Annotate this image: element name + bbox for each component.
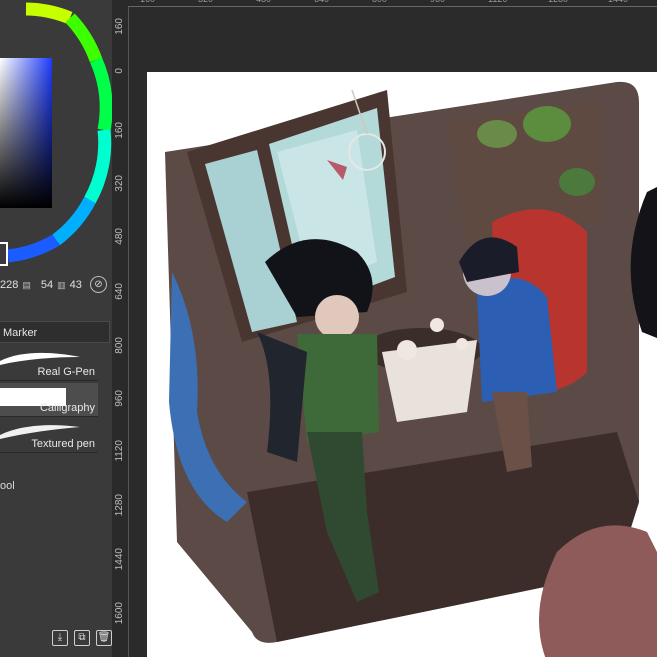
plate <box>397 340 417 360</box>
ruler-label: 160 <box>114 18 125 35</box>
ruler-label: 1600 <box>114 602 125 625</box>
left-panel: 228 ▤ 54 ▥ 43 ⊘ Marker Real G-Pen Callig… <box>0 0 113 657</box>
value-icon: ▥ <box>57 279 66 290</box>
ruler-label: 960 <box>430 0 445 4</box>
plant <box>523 106 571 142</box>
value-1[interactable]: 228 <box>0 279 18 291</box>
saturation-icon: ▤ <box>22 279 31 290</box>
ruler-label: 800 <box>372 0 387 4</box>
duplicate-icon[interactable]: ⧉ <box>74 630 90 646</box>
ruler-label: 960 <box>114 390 125 407</box>
brush-calligraphy[interactable]: Calligraphy <box>0 383 98 417</box>
teacup <box>430 318 444 332</box>
color-wheel-panel[interactable] <box>0 0 112 300</box>
ruler-label: 480 <box>114 228 125 245</box>
ruler-label: 1120 <box>488 0 507 4</box>
ruler-label: 320 <box>198 0 213 4</box>
ruler-label: 1120 <box>114 440 125 462</box>
tab-marker[interactable]: Marker <box>0 321 110 343</box>
ruler-label: 800 <box>114 337 125 354</box>
plant <box>559 168 595 196</box>
character-left-head <box>315 295 359 339</box>
brush-name: Real G-Pen <box>37 366 95 378</box>
horizontal-ruler: 160 320 480 640 800 960 1120 1280 1440 <box>128 0 657 7</box>
brush-name: Textured pen <box>31 438 95 450</box>
download-icon[interactable]: ⤓ <box>52 630 68 646</box>
plant <box>477 120 517 148</box>
tablecloth <box>382 340 477 422</box>
ruler-label: 1280 <box>114 494 125 517</box>
ruler-label: 320 <box>114 175 125 192</box>
pen-stroke-icon <box>0 352 80 365</box>
ruler-label: 640 <box>314 0 329 4</box>
brush-real-g-pen[interactable]: Real G-Pen <box>0 347 98 381</box>
ruler-label: 1440 <box>608 0 628 4</box>
ruler-label: 640 <box>114 283 125 300</box>
ruler-label: 0 <box>114 68 125 74</box>
brush-name: Calligraphy <box>39 402 95 414</box>
ruler-label: 1280 <box>548 0 568 4</box>
tool-label: ool <box>0 480 15 492</box>
canvas-paper[interactable] <box>147 72 657 657</box>
brush-textured-pen[interactable]: Textured pen <box>0 419 98 453</box>
teacup <box>456 338 468 350</box>
artwork-illustration <box>165 81 657 657</box>
canvas-area[interactable] <box>129 7 657 657</box>
ruler-label: 1440 <box>114 548 125 571</box>
value-3[interactable]: 43 <box>70 279 82 291</box>
ruler-label: 480 <box>256 0 271 4</box>
character-left-shirt <box>297 334 379 442</box>
hue-selector[interactable] <box>0 242 8 266</box>
color-values-row: 228 ▤ 54 ▥ 43 ⊘ <box>0 276 112 294</box>
value-2[interactable]: 54 <box>41 279 53 291</box>
pen-stroke-icon <box>0 425 80 439</box>
panel-bottom-icons: ⤓ ⧉ 🗑 <box>52 630 112 646</box>
eyedropper-icon[interactable]: ⊘ <box>90 276 107 293</box>
ruler-label: 160 <box>114 122 125 139</box>
trash-icon[interactable]: 🗑 <box>96 630 112 646</box>
tab-marker-label: Marker <box>3 327 38 339</box>
vertical-ruler: 160 0 160 320 480 640 800 960 1120 1280 … <box>112 0 129 657</box>
ruler-label: 160 <box>140 0 155 4</box>
color-wheel[interactable] <box>0 0 112 280</box>
character-right-robe <box>477 278 557 402</box>
